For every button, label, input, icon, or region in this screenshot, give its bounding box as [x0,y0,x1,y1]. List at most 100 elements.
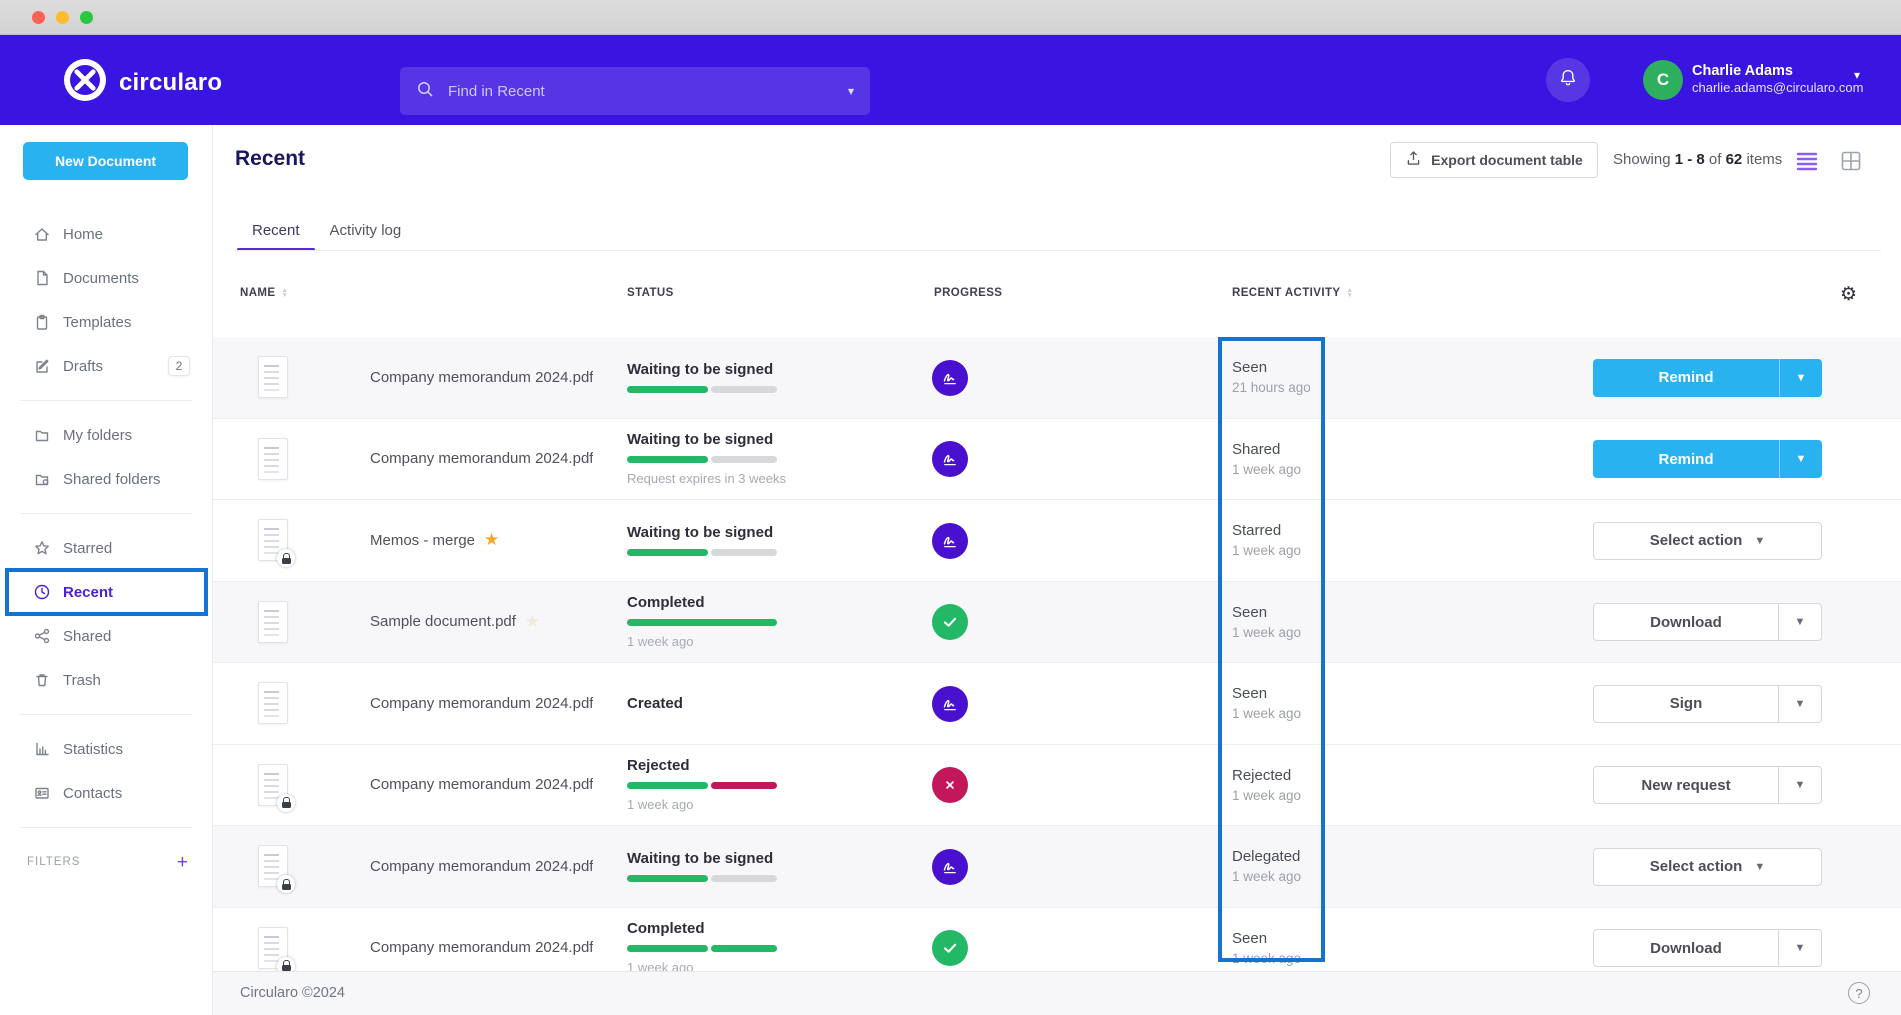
tab-recent[interactable]: Recent [237,210,315,250]
user-menu-caret-icon[interactable]: ▾ [1854,68,1860,82]
row-action-button-select-action[interactable]: Select action ▼ [1593,522,1822,560]
sidebar-item-documents[interactable]: Documents [0,256,212,300]
status-label: Waiting to be signed [627,524,857,541]
document-name[interactable]: Company memorandum 2024.pdf [370,369,593,386]
table-settings-gear-icon[interactable]: ⚙ [1840,283,1857,306]
progress-segment [627,619,777,626]
activity-label: Seen [1232,685,1301,702]
sort-icon[interactable]: ▲▼ [281,288,288,299]
progress-bar [627,549,777,556]
activity-label: Rejected [1232,767,1301,784]
action-dropdown-caret-icon[interactable]: ▼ [1779,440,1822,478]
shared-folder-icon [33,470,51,488]
sidebar-item-my-folders[interactable]: My folders [0,413,212,457]
table-row[interactable]: Company memorandum 2024.pdf Waiting to b… [213,337,1901,419]
help-button[interactable]: ? [1848,982,1870,1004]
sidebar-item-label: Shared [63,628,111,645]
window-minimize-button[interactable] [56,11,69,24]
sidebar-item-shared[interactable]: Shared [0,614,212,658]
action-dropdown-caret-icon[interactable]: ▼ [1778,686,1821,722]
activity-label: Shared [1232,441,1301,458]
row-action-button-download[interactable]: Download ▼ [1593,929,1822,967]
sidebar-item-contacts[interactable]: Contacts [0,771,212,815]
notifications-button[interactable] [1546,58,1590,102]
document-thumbnail[interactable] [258,601,288,643]
tab-activity-log[interactable]: Activity log [315,210,417,250]
add-filter-button[interactable]: + [177,853,188,872]
document-name[interactable]: Sample document.pdf [370,613,516,630]
signature-status-icon [932,686,968,722]
table-row[interactable]: Company memorandum 2024.pdf Completed 1 … [213,908,1901,972]
sidebar-item-starred[interactable]: Starred [0,526,212,570]
search-bar[interactable]: ▾ [400,67,870,115]
signature-status-icon [932,441,968,477]
document-thumbnail[interactable] [258,682,288,724]
table-row[interactable]: Company memorandum 2024.pdf Created Seen… [213,663,1901,745]
home-icon [33,225,51,243]
table-row[interactable]: Sample document.pdf★ Completed 1 week ag… [213,582,1901,664]
user-avatar[interactable]: C [1643,60,1683,100]
document-thumbnail[interactable] [258,356,288,398]
status-cell: Rejected 1 week ago [627,745,857,826]
search-scope-caret-icon[interactable]: ▾ [848,84,854,98]
window-close-button[interactable] [32,11,45,24]
star-icon[interactable]: ★ [525,612,540,632]
table-row[interactable]: Company memorandum 2024.pdf Rejected 1 w… [213,745,1901,827]
sidebar-item-home[interactable]: Home [0,212,212,256]
status-label: Waiting to be signed [627,850,857,867]
document-name[interactable]: Company memorandum 2024.pdf [370,776,593,793]
star-icon[interactable]: ★ [484,530,499,550]
document-name[interactable]: Company memorandum 2024.pdf [370,450,593,467]
document-name[interactable]: Company memorandum 2024.pdf [370,939,593,956]
status-cell: Created [627,663,857,744]
row-action-button-download[interactable]: Download ▼ [1593,603,1822,641]
export-button-label: Export document table [1431,152,1583,168]
signature-status-icon [932,360,968,396]
document-thumbnail[interactable] [258,764,288,806]
status-label: Created [627,695,857,712]
list-view-icon[interactable] [1796,150,1818,172]
row-action-button-remind[interactable]: Remind ▼ [1593,440,1822,478]
row-action-button-sign[interactable]: Sign ▼ [1593,685,1822,723]
bar-chart-icon [33,740,51,758]
action-dropdown-caret-icon[interactable]: ▼ [1779,359,1822,397]
sidebar-item-templates[interactable]: Templates [0,300,212,344]
document-thumbnail[interactable] [258,927,288,969]
sidebar-item-statistics[interactable]: Statistics [0,727,212,771]
new-document-button[interactable]: New Document [23,142,188,180]
row-action-button-remind[interactable]: Remind ▼ [1593,359,1822,397]
action-dropdown-caret-icon[interactable]: ▼ [1778,930,1821,966]
document-thumbnail[interactable] [258,519,288,561]
lock-icon [277,549,295,567]
action-dropdown-caret-icon[interactable]: ▼ [1778,767,1821,803]
sidebar-item-shared-folders[interactable]: Shared folders [0,457,212,501]
activity-label: Delegated [1232,848,1301,865]
action-dropdown-caret-icon[interactable]: ▼ [1778,604,1821,640]
column-header-recent-activity[interactable]: RECENT ACTIVITY ▲▼ [1232,287,1353,299]
document-thumbnail[interactable] [258,845,288,887]
document-name[interactable]: Company memorandum 2024.pdf [370,858,593,875]
search-input[interactable] [446,82,848,101]
export-document-table-button[interactable]: Export document table [1390,142,1598,178]
brand-logo[interactable]: circularo [63,58,222,107]
document-name[interactable]: Company memorandum 2024.pdf [370,695,593,712]
user-menu[interactable]: Charlie Adams charlie.adams@circularo.co… [1692,62,1863,96]
sort-icon[interactable]: ▲▼ [1346,288,1353,299]
table-row[interactable]: Memos - merge★ Waiting to be signed Star… [213,500,1901,582]
row-action-button-new-request[interactable]: New request ▼ [1593,766,1822,804]
sidebar-item-recent[interactable]: Recent [0,570,212,614]
column-header-name[interactable]: NAME ▲▼ [240,287,288,299]
sidebar-item-drafts[interactable]: Drafts2 [0,344,212,388]
circularo-logo-icon [63,58,107,107]
document-thumbnail[interactable] [258,438,288,480]
grid-view-icon[interactable] [1840,150,1862,172]
table-row[interactable]: Company memorandum 2024.pdf Waiting to b… [213,826,1901,908]
sidebar-item-trash[interactable]: Trash [0,658,212,702]
row-action-button-select-action[interactable]: Select action ▼ [1593,848,1822,886]
document-name[interactable]: Memos - merge [370,532,475,549]
progress-segment [627,549,708,556]
sidebar-item-label: Templates [63,314,131,331]
sidebar-item-label: Trash [63,672,101,689]
window-zoom-button[interactable] [80,11,93,24]
table-row[interactable]: Company memorandum 2024.pdf Waiting to b… [213,419,1901,501]
